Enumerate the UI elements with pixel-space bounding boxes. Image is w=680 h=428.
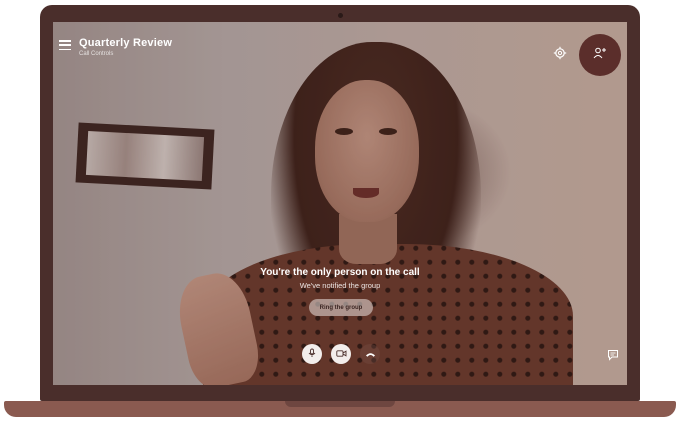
video-overlay bbox=[53, 22, 627, 385]
only-person-message: You're the only person on the call bbox=[260, 267, 420, 278]
hamburger-menu-icon[interactable] bbox=[59, 40, 71, 50]
add-people-button[interactable] bbox=[579, 34, 621, 76]
video-toggle-button[interactable] bbox=[331, 344, 351, 364]
end-call-button[interactable] bbox=[360, 344, 380, 364]
gear-icon[interactable] bbox=[553, 46, 567, 60]
laptop-base-notch bbox=[285, 401, 395, 407]
phone-hangup-icon bbox=[365, 345, 376, 363]
call-title: Quarterly Review bbox=[79, 37, 173, 49]
ring-group-button[interactable]: Ring the group bbox=[309, 299, 373, 316]
webcam-dot bbox=[338, 13, 343, 18]
video-camera-icon bbox=[335, 345, 347, 363]
mute-button[interactable] bbox=[302, 344, 322, 364]
notified-message: We've notified the group bbox=[299, 281, 381, 290]
call-screen: Quarterly Review Call Controls You're th… bbox=[53, 22, 627, 385]
call-subtitle: Call Controls bbox=[79, 51, 114, 57]
microphone-icon bbox=[307, 345, 317, 363]
chat-bubble-icon[interactable] bbox=[607, 348, 619, 361]
add-person-icon bbox=[593, 46, 607, 64]
